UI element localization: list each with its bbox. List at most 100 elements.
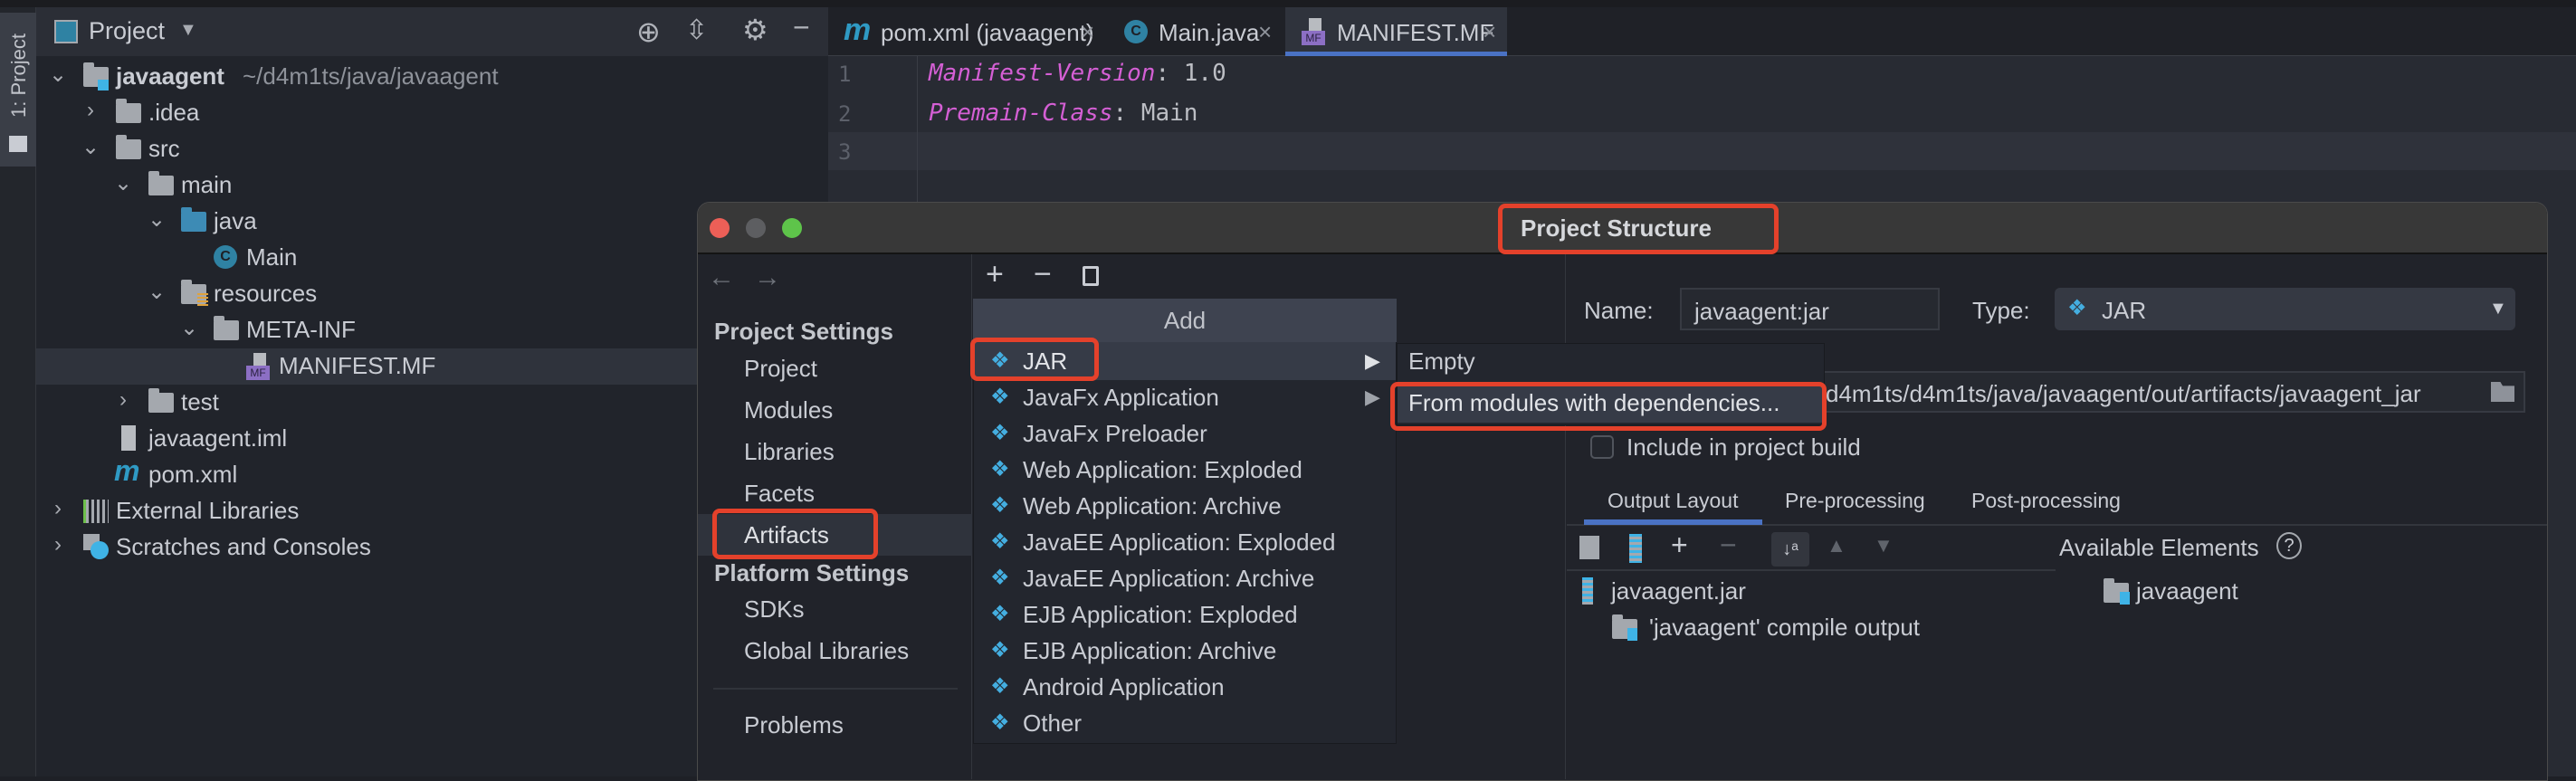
- name-input[interactable]: javaagent:jar: [1680, 288, 1940, 330]
- menu-item[interactable]: Android Application: [1023, 673, 1225, 701]
- tab-pre-processing[interactable]: Pre-processing: [1785, 489, 1925, 513]
- menu-item[interactable]: JavaFx Preloader: [1023, 420, 1207, 448]
- new-directory-icon[interactable]: [1579, 536, 1599, 559]
- chevron-right-icon[interactable]: ›: [81, 98, 100, 123]
- nav-divider: [713, 688, 958, 690]
- tree-item-resources[interactable]: resources: [214, 280, 317, 308]
- code-line[interactable]: Premain-Class: Main: [929, 100, 1197, 127]
- chevron-down-icon[interactable]: ⌄: [148, 206, 166, 233]
- menu-item[interactable]: EJB Application: Exploded: [1023, 601, 1298, 629]
- tree-item-scratches[interactable]: Scratches and Consoles: [116, 533, 371, 561]
- highlight-box: [1498, 204, 1779, 254]
- minimize-icon[interactable]: −: [793, 11, 810, 44]
- tab-manifest[interactable]: MANIFEST.MF: [1337, 19, 1493, 47]
- tab-pom[interactable]: pom.xml (javaagent): [881, 19, 1094, 47]
- locate-icon[interactable]: ⊕: [636, 14, 661, 49]
- nav-item-facets[interactable]: Facets: [744, 480, 815, 508]
- add-menu-header: Add: [973, 299, 1397, 342]
- chevron-down-icon[interactable]: ⌄: [180, 315, 198, 341]
- chevron-down-icon[interactable]: ⌄: [114, 170, 132, 196]
- tree-item-javaagent[interactable]: javaagent: [116, 62, 224, 90]
- layout-item-jar[interactable]: javaagent.jar: [1611, 577, 1746, 605]
- remove-icon[interactable]: −: [1034, 257, 1052, 292]
- layout-item-compile-output[interactable]: 'javaagent' compile output: [1649, 614, 1920, 642]
- tree-item-iml[interactable]: javaagent.iml: [148, 424, 287, 452]
- nav-section-platform-settings: Platform Settings: [714, 559, 910, 586]
- add-element-icon[interactable]: +: [1671, 529, 1688, 562]
- include-in-build-label[interactable]: Include in project build: [1627, 433, 1861, 462]
- chevron-down-icon[interactable]: ⌄: [81, 134, 100, 160]
- tree-item-main-class[interactable]: Main: [246, 243, 297, 271]
- archive-icon[interactable]: [1629, 534, 1642, 563]
- tree-item-test[interactable]: test: [181, 388, 219, 416]
- copy-icon[interactable]: [1083, 266, 1099, 286]
- nav-item-modules[interactable]: Modules: [744, 396, 833, 424]
- highlight-box: [712, 509, 878, 559]
- project-tool-label[interactable]: 1: Project: [7, 33, 31, 118]
- close-icon[interactable]: ×: [1258, 18, 1272, 46]
- menu-item[interactable]: JavaEE Application: Exploded: [1023, 529, 1335, 557]
- chevron-down-icon[interactable]: ⌄: [148, 279, 166, 305]
- tree-item-src[interactable]: src: [148, 135, 180, 163]
- tree-item-external-libraries[interactable]: External Libraries: [116, 497, 299, 525]
- maven-icon: m: [844, 13, 872, 47]
- nav-item-problems[interactable]: Problems: [744, 711, 844, 739]
- help-icon[interactable]: ?: [2276, 532, 2302, 559]
- sort-icon[interactable]: ↓ᵃ: [1771, 532, 1809, 567]
- move-down-icon[interactable]: ▼: [1874, 534, 1894, 557]
- nav-item-global-libraries[interactable]: Global Libraries: [744, 637, 909, 665]
- zoom-window-button[interactable]: [782, 218, 802, 238]
- minimize-window-button[interactable]: [746, 218, 766, 238]
- tree-item-manifest[interactable]: MANIFEST.MF: [279, 352, 435, 380]
- tree-item-java[interactable]: java: [214, 207, 257, 235]
- available-item-javaagent[interactable]: javaagent: [2136, 577, 2238, 605]
- include-in-build-checkbox[interactable]: [1590, 435, 1614, 459]
- close-icon[interactable]: ×: [1483, 18, 1496, 46]
- project-view-title[interactable]: Project: [89, 17, 165, 45]
- tab-output-layout[interactable]: Output Layout: [1608, 489, 1739, 513]
- forward-arrow-icon[interactable]: →: [754, 262, 781, 293]
- artifact-type-icon: ❖: [990, 566, 1010, 590]
- move-up-icon[interactable]: ▲: [1827, 534, 1846, 557]
- project-view-icon: [54, 20, 78, 43]
- tab-post-processing[interactable]: Post-processing: [1971, 489, 2121, 513]
- tree-item-main[interactable]: main: [181, 171, 232, 199]
- close-window-button[interactable]: [710, 218, 730, 238]
- nav-item-sdks[interactable]: SDKs: [744, 595, 804, 624]
- chevron-down-icon[interactable]: ⌄: [49, 62, 67, 88]
- line-number: 1: [838, 62, 852, 87]
- close-icon[interactable]: ×: [1081, 18, 1094, 46]
- tab-main-java[interactable]: Main.java: [1159, 19, 1259, 47]
- remove-element-icon[interactable]: −: [1720, 529, 1737, 562]
- menu-item[interactable]: EJB Application: Archive: [1023, 637, 1276, 665]
- iml-file-icon: [121, 425, 136, 451]
- menu-item[interactable]: Web Application: Exploded: [1023, 456, 1302, 484]
- folder-icon: [116, 99, 141, 123]
- artifact-type-icon: ❖: [990, 385, 1010, 409]
- code-line[interactable]: Manifest-Version: 1.0: [929, 60, 1226, 87]
- menu-item[interactable]: Web Application: Archive: [1023, 492, 1282, 520]
- back-arrow-icon[interactable]: ←: [708, 262, 735, 293]
- collapse-all-icon[interactable]: ⇳: [685, 14, 708, 46]
- chevron-right-icon[interactable]: ›: [49, 532, 67, 557]
- highlight-box: [1390, 382, 1827, 431]
- menu-item[interactable]: JavaFx Application: [1023, 384, 1219, 412]
- chevron-down-icon[interactable]: ▼: [179, 20, 197, 41]
- separator: :: [1112, 100, 1128, 127]
- tree-item-idea[interactable]: .idea: [148, 99, 199, 127]
- folder-icon: [214, 316, 239, 340]
- nav-item-project[interactable]: Project: [744, 355, 817, 383]
- menu-item[interactable]: Other: [1023, 710, 1082, 738]
- submenu-item-empty[interactable]: Empty: [1408, 348, 1475, 376]
- menu-item[interactable]: JavaEE Application: Archive: [1023, 565, 1314, 593]
- name-label: Name:: [1584, 297, 1654, 324]
- tree-item-pom[interactable]: pom.xml: [148, 461, 237, 489]
- chevron-right-icon[interactable]: ›: [49, 496, 67, 521]
- chevron-right-icon[interactable]: ›: [114, 387, 132, 413]
- add-icon[interactable]: +: [986, 257, 1004, 292]
- maven-icon: m: [114, 454, 140, 487]
- nav-item-libraries[interactable]: Libraries: [744, 438, 835, 466]
- gear-icon[interactable]: ⚙: [742, 13, 768, 47]
- tree-item-meta-inf[interactable]: META-INF: [246, 316, 356, 344]
- module-badge-icon: [98, 80, 109, 90]
